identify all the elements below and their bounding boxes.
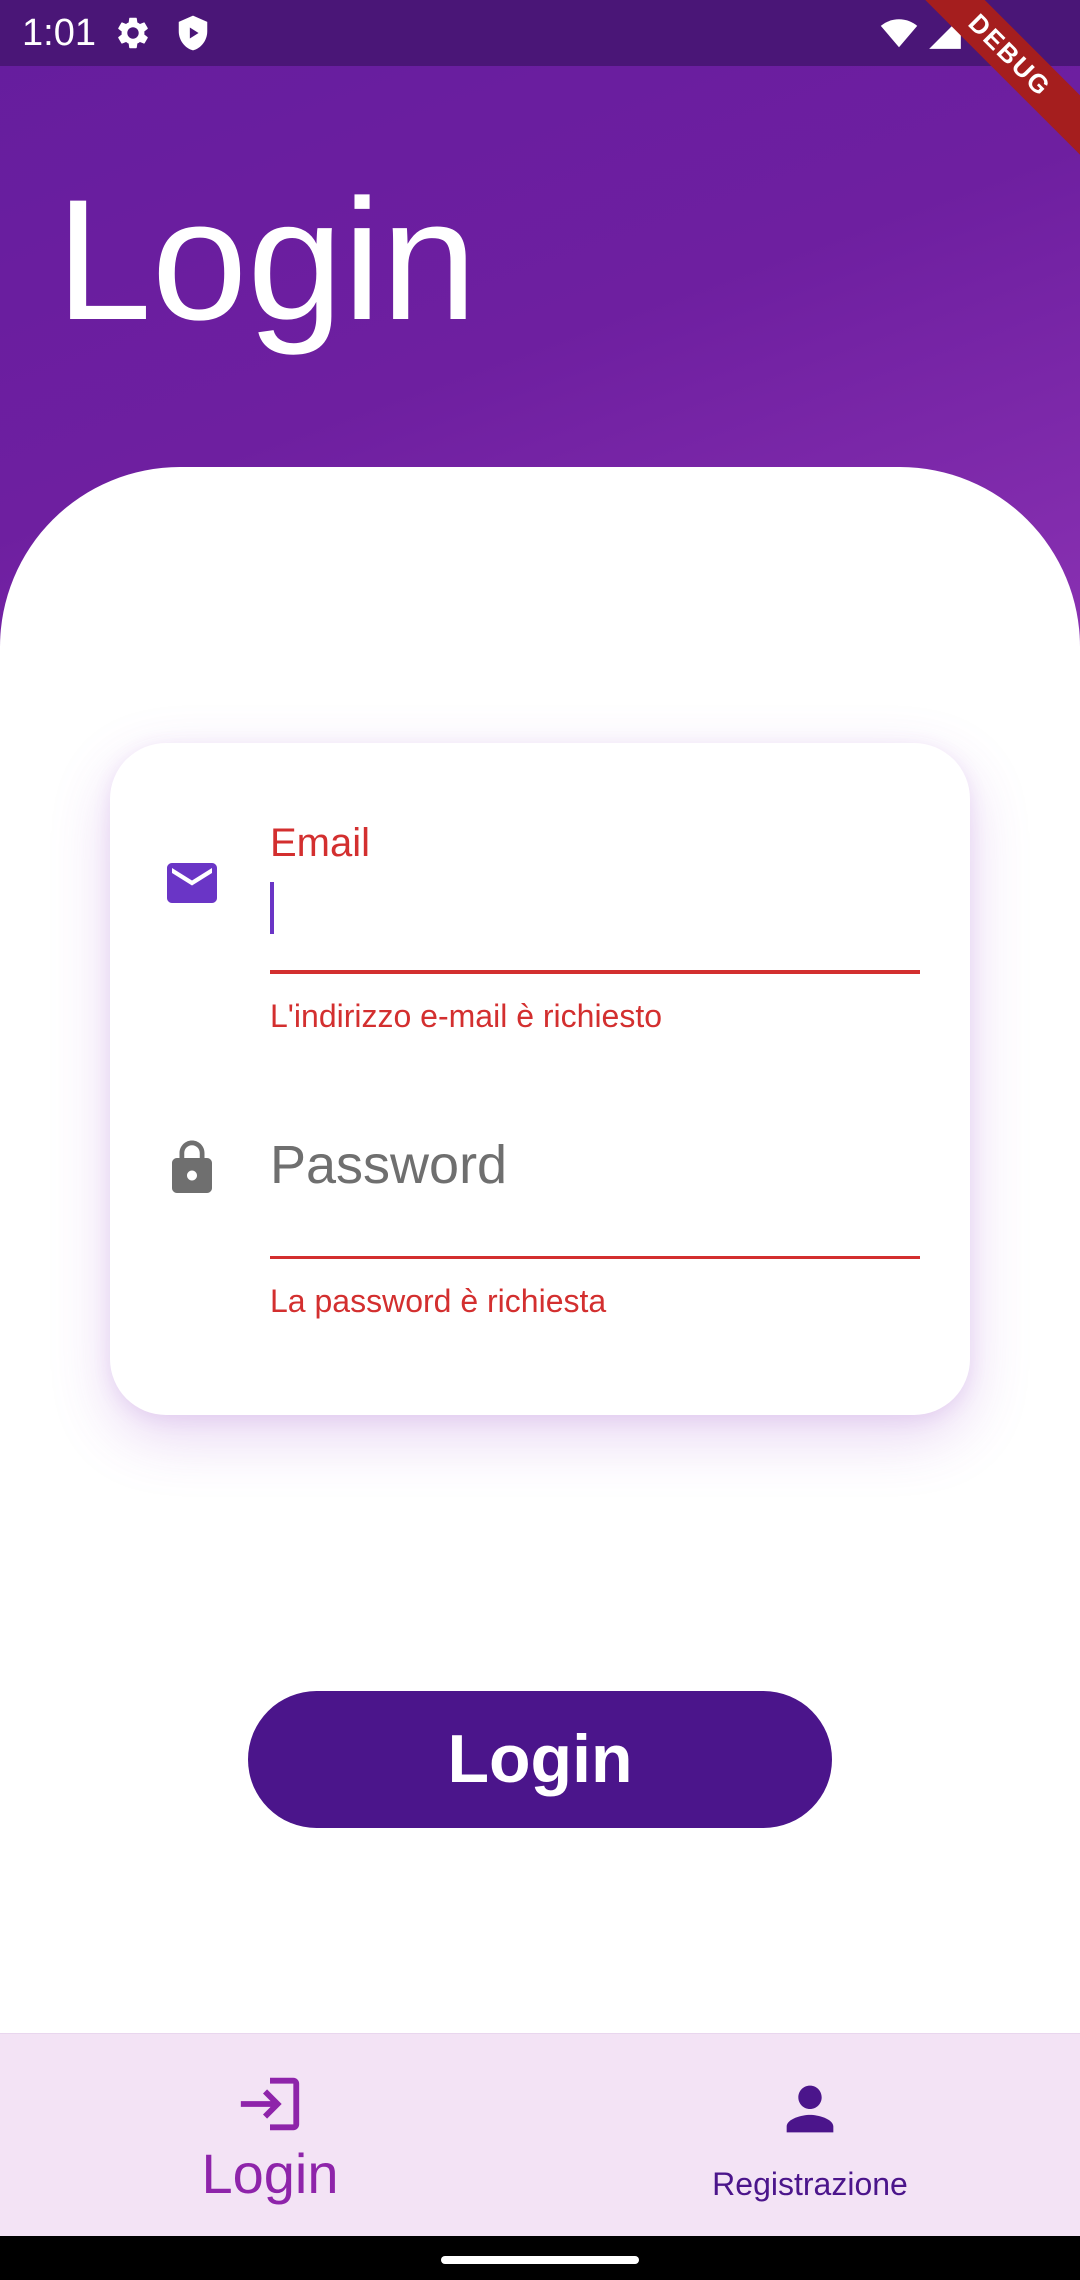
nav-label-login: Login: [201, 2142, 339, 2205]
password-field[interactable]: [270, 1125, 920, 1205]
nav-item-registrazione[interactable]: Registrazione: [540, 2034, 1080, 2237]
password-error-message: La password è richiesta: [270, 1283, 607, 1319]
password-underline: [270, 1256, 920, 1259]
login-icon: [235, 2069, 305, 2139]
status-time: 1:01: [22, 12, 96, 54]
wifi-icon: [880, 14, 918, 52]
nav-label-registrazione: Registrazione: [712, 2166, 908, 2202]
text-cursor: [270, 882, 274, 934]
system-navigation-bar: [0, 2236, 1080, 2280]
shield-icon: [174, 14, 212, 52]
email-error-message: L'indirizzo e-mail è richiesto: [270, 998, 663, 1034]
bottom-navigation: Login Registrazione: [0, 2033, 1080, 2236]
status-bar: 1:01: [0, 0, 1080, 66]
page-title: Login: [56, 164, 477, 356]
settings-icon: [114, 14, 152, 52]
login-button[interactable]: Login: [248, 1691, 832, 1828]
email-field[interactable]: [270, 876, 920, 972]
home-gesture-handle[interactable]: [441, 2256, 639, 2264]
nav-item-login[interactable]: Login: [0, 2034, 540, 2237]
lock-icon: [162, 1138, 222, 1198]
email-label: Email: [270, 821, 371, 865]
mail-icon: [162, 853, 222, 913]
email-underline: [270, 970, 920, 974]
person-icon: [775, 2074, 845, 2144]
